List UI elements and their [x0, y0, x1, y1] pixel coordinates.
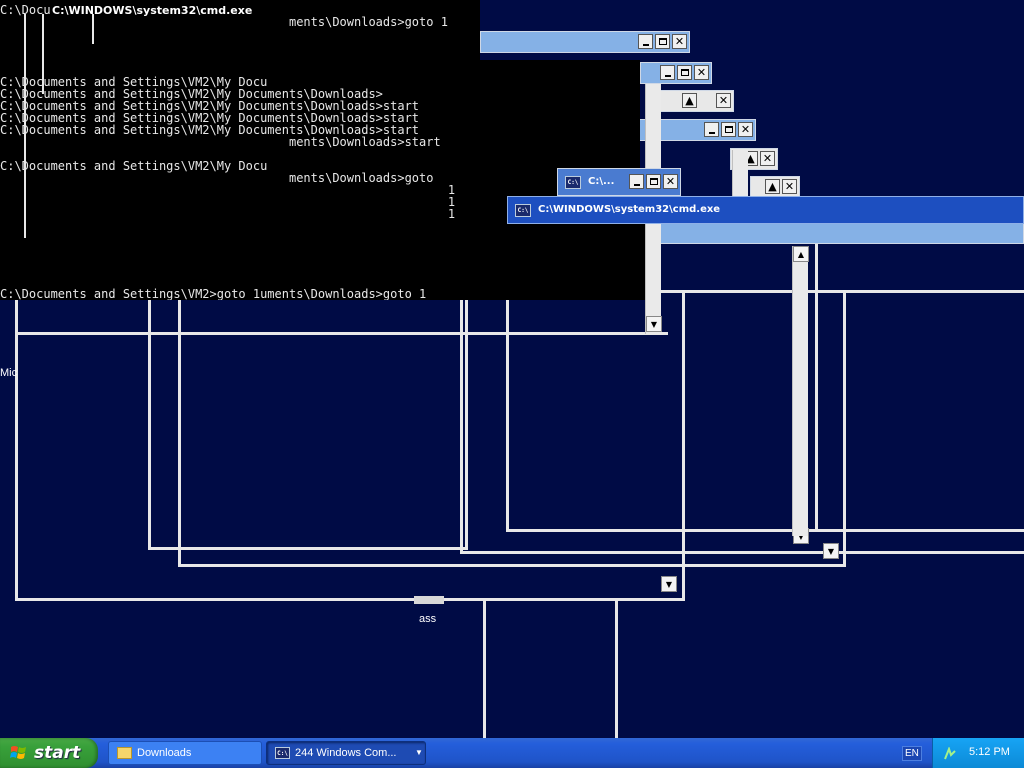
desktop-icon-label[interactable]: ass: [419, 613, 436, 625]
desktop-icon[interactable]: [414, 596, 444, 604]
maximize-button[interactable]: [646, 174, 661, 189]
scroll-down-button[interactable]: ▼: [646, 316, 662, 332]
cmd-icon: C:\: [565, 176, 581, 189]
front-console-body: [511, 224, 645, 300]
window-titlebar-3[interactable]: ✕: [640, 62, 712, 84]
close-button[interactable]: ✕: [663, 174, 678, 189]
close-button[interactable]: ✕: [716, 93, 731, 108]
chevron-down-icon: ▼: [415, 748, 423, 757]
minimize-button[interactable]: [660, 65, 675, 80]
scroll-up-button[interactable]: ▲: [793, 246, 809, 262]
horizontal-line: [18, 332, 668, 335]
maximize-button[interactable]: [721, 122, 736, 137]
vertical-line: [92, 14, 94, 44]
scroll-down-button[interactable]: ▼: [823, 543, 839, 559]
scroll-up-button[interactable]: ▲: [682, 93, 697, 108]
close-button[interactable]: ✕: [782, 179, 797, 194]
window-titlebar-2[interactable]: ✕: [480, 31, 690, 53]
vertical-line: [24, 14, 26, 238]
taskbar-label-group: 244 Windows Com...: [295, 747, 397, 759]
scroll-down-button[interactable]: ▼: [661, 576, 677, 592]
minimize-button[interactable]: [638, 34, 653, 49]
cmd-icon: C:\: [275, 747, 290, 759]
window-titlebar-8[interactable]: [640, 222, 1024, 244]
console-last-line: C:\Documents and Settings\VM2>goto 1umen…: [0, 287, 427, 300]
minimize-button[interactable]: [704, 122, 719, 137]
taskbar-button-downloads[interactable]: Downloads: [108, 741, 262, 765]
windows-logo-icon: [10, 745, 28, 761]
close-button[interactable]: ✕: [694, 65, 709, 80]
cmd-icon: C:\: [515, 204, 531, 217]
close-button[interactable]: ✕: [738, 122, 753, 137]
maximize-button[interactable]: [655, 34, 670, 49]
minimize-button[interactable]: [629, 174, 644, 189]
start-label: start: [34, 743, 81, 763]
console-line: ments\Downloads>start: [0, 135, 441, 149]
taskbar: start Downloads C:\ 244 Windows Com... ▼…: [0, 738, 1024, 768]
maximize-button[interactable]: [677, 65, 692, 80]
system-tray: 5:12 PM: [932, 738, 1024, 768]
window-titlebar-7[interactable]: ▲ ✕: [750, 176, 800, 198]
start-button[interactable]: start: [0, 738, 98, 768]
desktop-side-label[interactable]: Mic: [0, 367, 17, 379]
small-console[interactable]: C:\ C:\... ✕: [557, 168, 681, 196]
network-icon[interactable]: [943, 746, 957, 760]
scroll-up-button[interactable]: ▲: [765, 179, 780, 194]
clock[interactable]: 5:12 PM: [969, 746, 1010, 758]
vertical-line: [483, 600, 486, 738]
front-console-titlebar[interactable]: C:\ C:\WINDOWS\system32\cmd.exe: [507, 196, 1024, 224]
front-console-title: C:\WINDOWS\system32\cmd.exe: [538, 204, 721, 215]
close-button[interactable]: ✕: [672, 34, 687, 49]
window-titlebar-4[interactable]: ▲ ✕: [660, 90, 734, 112]
language-indicator[interactable]: EN: [902, 746, 922, 761]
console-line: ments\Downloads>goto 1: [0, 15, 448, 29]
taskbar-label-downloads: Downloads: [137, 747, 192, 759]
taskbar-button-group[interactable]: C:\ 244 Windows Com... ▼: [266, 741, 426, 765]
vertical-line: [615, 600, 618, 738]
console-line: 1: [0, 207, 456, 221]
close-button[interactable]: ✕: [760, 151, 775, 166]
vertical-line: [42, 14, 44, 94]
folder-icon: [117, 747, 132, 759]
scrollbar[interactable]: [792, 246, 808, 536]
console-main[interactable]: C:\WINDOWS\system32\cmd.exe C:\Docu ment…: [0, 0, 480, 300]
small-console-title: C:\...: [588, 176, 615, 187]
